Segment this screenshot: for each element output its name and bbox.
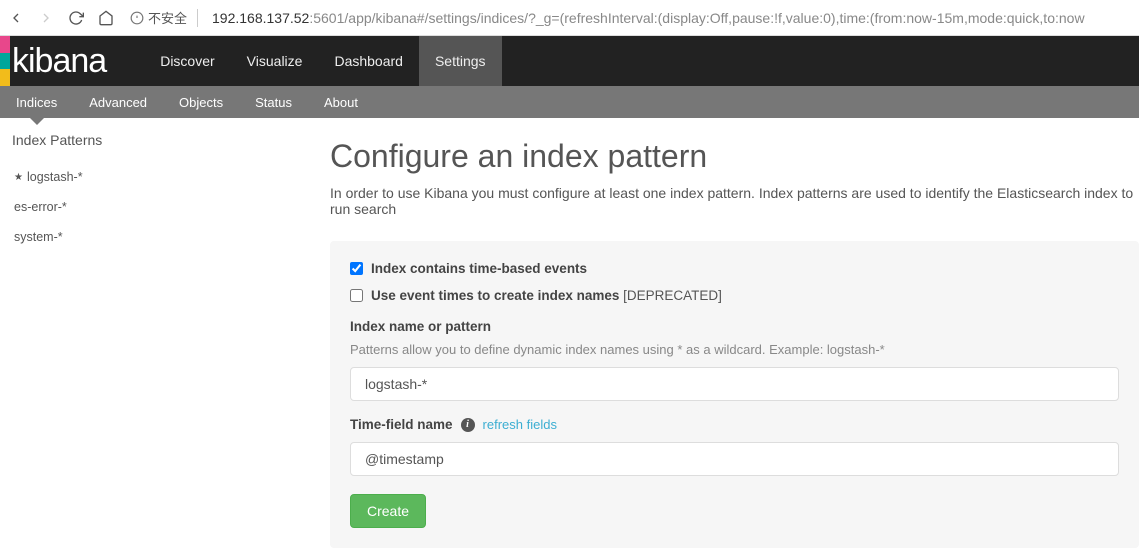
create-button[interactable]: Create	[350, 494, 426, 528]
url-port: :5601	[309, 10, 344, 26]
time-field-label: Time-field name i refresh fields	[350, 417, 1119, 432]
index-name-label: Index name or pattern	[350, 319, 1119, 334]
sidebar-item-label: logstash-*	[27, 170, 83, 184]
nav-visualize[interactable]: Visualize	[231, 36, 319, 86]
checkbox-event-times[interactable]: Use event times to create index names [D…	[350, 288, 1119, 303]
checkbox-time-based-input[interactable]	[350, 262, 363, 275]
security-info[interactable]: 不安全	[130, 8, 187, 27]
sidebar-item-es-error[interactable]: es-error-*	[10, 192, 320, 222]
subnav-advanced[interactable]: Advanced	[73, 86, 163, 118]
nav-settings[interactable]: Settings	[419, 36, 502, 86]
index-name-help: Patterns allow you to define dynamic ind…	[350, 342, 1119, 357]
url-bar[interactable]: 192.168.137.52:5601/app/kibana#/settings…	[208, 10, 1131, 26]
refresh-fields-link[interactable]: refresh fields	[483, 417, 557, 432]
time-field-input[interactable]	[350, 442, 1119, 476]
checkbox-event-times-label: Use event times to create index names [D…	[371, 288, 722, 303]
checkbox-time-based[interactable]: Index contains time-based events	[350, 261, 1119, 276]
time-field-group: Time-field name i refresh fields	[350, 417, 1119, 476]
security-label: 不安全	[148, 8, 187, 27]
sidebar-item-label: system-*	[14, 230, 63, 244]
checkbox-event-times-input[interactable]	[350, 289, 363, 302]
sidebar-item-logstash[interactable]: ★ logstash-*	[10, 162, 320, 192]
logo-color-strip	[0, 36, 10, 86]
star-icon: ★	[14, 172, 23, 183]
subnav-objects[interactable]: Objects	[163, 86, 239, 118]
subnav-indices[interactable]: Indices	[0, 86, 73, 118]
info-icon[interactable]: i	[461, 418, 475, 432]
browser-chrome: 不安全 192.168.137.52:5601/app/kibana#/sett…	[0, 0, 1139, 36]
form-panel: Index contains time-based events Use eve…	[330, 241, 1139, 548]
kibana-logo[interactable]: kibana	[10, 36, 114, 86]
nav-discover[interactable]: Discover	[144, 36, 230, 86]
browser-nav-controls	[8, 10, 114, 26]
page-description: In order to use Kibana you must configur…	[330, 185, 1139, 217]
sub-nav: Indices Advanced Objects Status About	[0, 86, 1139, 118]
url-path: /app/kibana#/settings/indices/?_g=(refre…	[344, 10, 1084, 26]
back-icon[interactable]	[8, 10, 24, 26]
main-layout: Index Patterns ★ logstash-* es-error-* s…	[0, 118, 1139, 548]
top-nav: kibana Discover Visualize Dashboard Sett…	[0, 36, 1139, 86]
forward-icon[interactable]	[38, 10, 54, 26]
sidebar-item-system[interactable]: system-*	[10, 222, 320, 252]
url-host: 192.168.137.52	[212, 10, 309, 26]
reload-icon[interactable]	[68, 10, 84, 26]
subnav-about[interactable]: About	[308, 86, 374, 118]
checkbox-time-based-label: Index contains time-based events	[371, 261, 587, 276]
sidebar-item-label: es-error-*	[14, 200, 67, 214]
home-icon[interactable]	[98, 10, 114, 26]
top-nav-items: Discover Visualize Dashboard Settings	[144, 36, 501, 86]
index-name-group: Index name or pattern Patterns allow you…	[350, 319, 1119, 401]
sidebar: Index Patterns ★ logstash-* es-error-* s…	[0, 118, 330, 548]
index-name-input[interactable]	[350, 367, 1119, 401]
subnav-status[interactable]: Status	[239, 86, 308, 118]
sidebar-heading: Index Patterns	[10, 132, 320, 148]
nav-dashboard[interactable]: Dashboard	[318, 36, 419, 86]
page-title: Configure an index pattern	[330, 138, 1139, 175]
content: Configure an index pattern In order to u…	[330, 118, 1139, 548]
